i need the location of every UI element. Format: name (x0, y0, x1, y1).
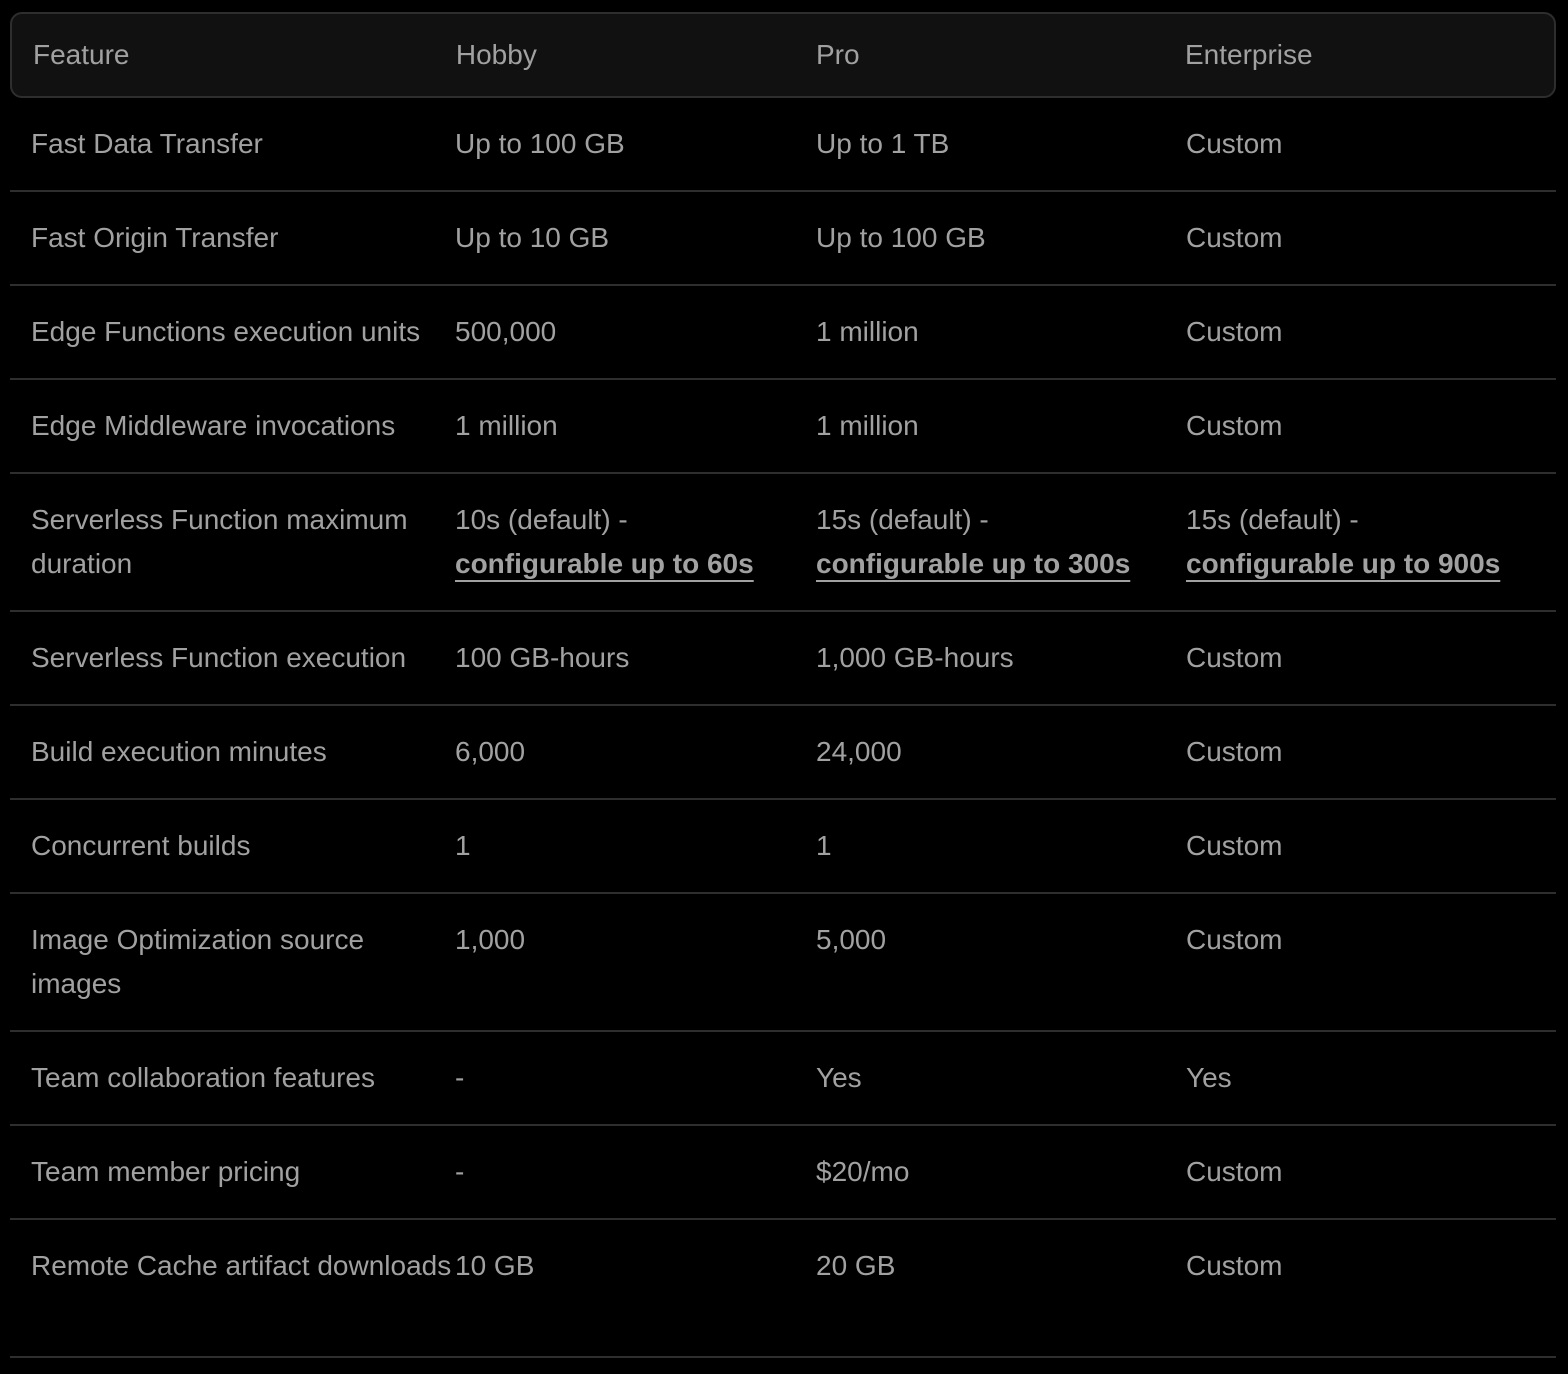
hobby-cell: 1 million (455, 410, 558, 441)
feature-cell: Serverless Function execution (31, 642, 407, 673)
pro-cell: 20 GB (816, 1250, 896, 1281)
table-row: Image Optimization source images 1,000 5… (10, 894, 1556, 1032)
pro-duration-link[interactable]: configurable up to 300s (816, 548, 1130, 579)
pricing-comparison-table: Feature Hobby Pro Enterprise Fast Data T… (10, 12, 1556, 1358)
feature-cell: Serverless Function maximum duration (31, 504, 408, 579)
header-hobby: Hobby (455, 39, 537, 70)
feature-cell: Build execution minutes (31, 736, 327, 767)
table-row: Edge Middleware invocations 1 million 1 … (10, 380, 1556, 474)
feature-cell: Edge Functions execution units (31, 316, 421, 347)
pro-cell: 1 (816, 830, 832, 861)
hobby-duration-link[interactable]: configurable up to 60s (455, 548, 754, 579)
header-pro: Pro (815, 39, 860, 70)
feature-cell: Concurrent builds (31, 830, 251, 861)
enterprise-cell: Custom (1186, 830, 1283, 861)
pro-cell: 24,000 (816, 736, 902, 767)
enterprise-cell: Custom (1186, 642, 1283, 673)
table-row: Team collaboration features - Yes Yes (10, 1032, 1556, 1126)
hobby-cell: 10s (default) - configurable up to 60s (455, 474, 816, 586)
hobby-cell: 1,000 (455, 924, 526, 955)
table-row: Build execution minutes 6,000 24,000 Cus… (10, 706, 1556, 800)
hobby-cell: Up to 10 GB (455, 222, 610, 253)
enterprise-cell: Custom (1186, 128, 1283, 159)
pro-cell: $20/mo (816, 1156, 910, 1187)
feature-cell: Fast Origin Transfer (31, 222, 279, 253)
table-row: Serverless Function maximum duration 10s… (10, 474, 1556, 612)
enterprise-cell: Custom (1186, 924, 1283, 955)
hobby-cell: 500,000 (455, 316, 557, 347)
hobby-cell: 1 (455, 830, 471, 861)
table-row: Fast Origin Transfer Up to 10 GB Up to 1… (10, 192, 1556, 286)
pro-duration-default: 15s (default) - (816, 504, 989, 535)
feature-cell: Team member pricing (31, 1156, 301, 1187)
pro-cell: 5,000 (816, 924, 887, 955)
pro-cell: Yes (816, 1062, 862, 1093)
hobby-duration-default: 10s (default) - (455, 504, 628, 535)
enterprise-cell: Custom (1186, 410, 1283, 441)
hobby-cell: 6,000 (455, 736, 526, 767)
hobby-cell: 10 GB (455, 1250, 535, 1281)
feature-cell: Image Optimization source images (31, 924, 365, 999)
enterprise-cell: Custom (1186, 1156, 1283, 1187)
hobby-cell: 100 GB-hours (455, 642, 630, 673)
feature-cell: Team collaboration features (31, 1062, 375, 1093)
table-row: Edge Functions execution units 500,000 1… (10, 286, 1556, 380)
hobby-cell: - (455, 1062, 465, 1093)
feature-cell: Edge Middleware invocations (31, 410, 396, 441)
enterprise-duration-default: 15s (default) - (1186, 504, 1359, 535)
table-row: Fast Data Transfer Up to 100 GB Up to 1 … (10, 98, 1556, 192)
pro-cell: Up to 100 GB (816, 222, 986, 253)
pro-cell: 1 million (816, 316, 919, 347)
pro-cell: 15s (default) - configurable up to 300s (816, 474, 1186, 586)
table-row: Serverless Function execution 100 GB-hou… (10, 612, 1556, 706)
enterprise-cell: Custom (1186, 736, 1283, 767)
hobby-cell: Up to 100 GB (455, 128, 625, 159)
hobby-cell: - (455, 1156, 465, 1187)
enterprise-duration-link[interactable]: configurable up to 900s (1186, 548, 1500, 579)
enterprise-cell: Custom (1186, 316, 1283, 347)
header-feature: Feature (33, 39, 130, 70)
header-enterprise: Enterprise (1184, 39, 1313, 70)
table-row: Concurrent builds 1 1 Custom (10, 800, 1556, 894)
table-header: Feature Hobby Pro Enterprise (10, 12, 1556, 98)
table-row: Team member pricing - $20/mo Custom (10, 1126, 1556, 1220)
pro-cell: Up to 1 TB (816, 128, 950, 159)
pro-cell: 1,000 GB-hours (816, 642, 1014, 673)
pro-cell: 1 million (816, 410, 919, 441)
table-row: Remote Cache artifact downloads 10 GB 20… (10, 1220, 1556, 1358)
feature-cell: Fast Data Transfer (31, 128, 263, 159)
enterprise-cell: Custom (1186, 222, 1283, 253)
enterprise-cell: Custom (1186, 1250, 1283, 1281)
enterprise-cell: 15s (default) - configurable up to 900s (1186, 474, 1556, 586)
enterprise-cell: Yes (1186, 1062, 1232, 1093)
feature-cell: Remote Cache artifact downloads (31, 1250, 452, 1281)
